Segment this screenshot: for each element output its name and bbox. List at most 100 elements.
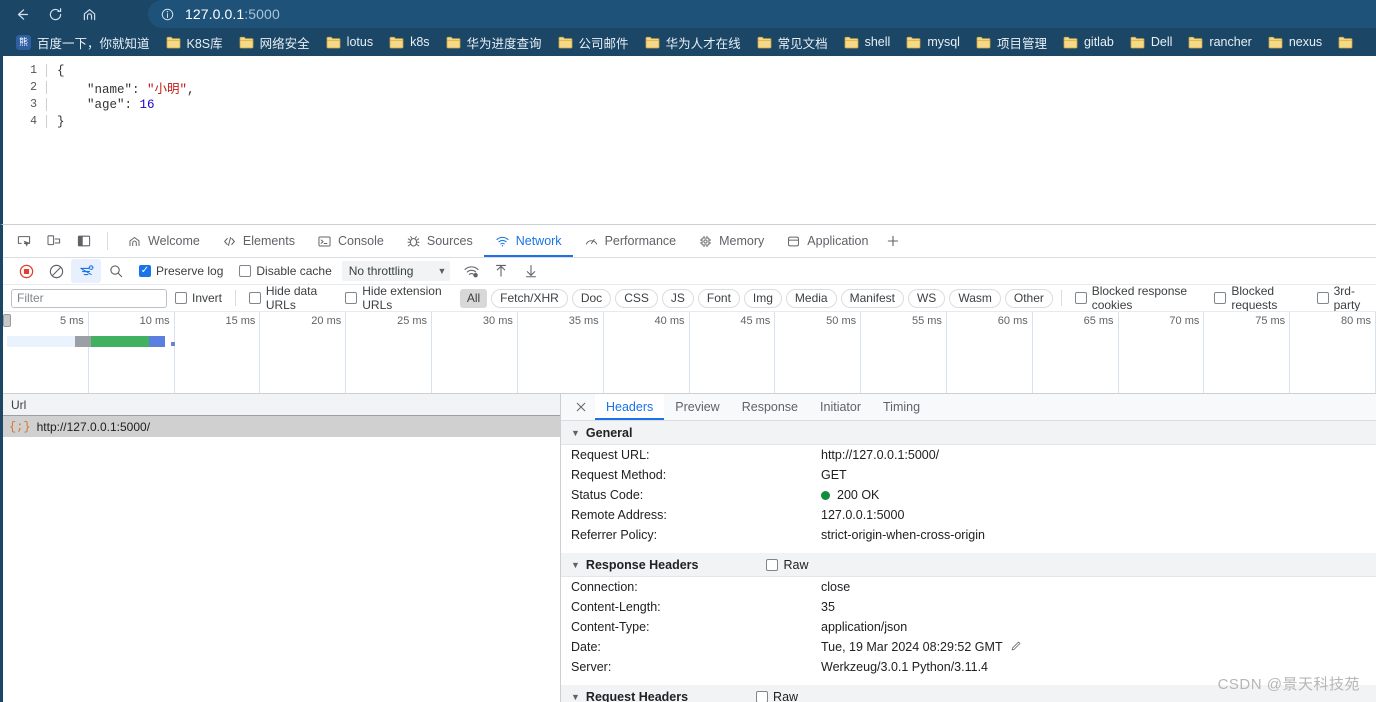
bookmark-item[interactable]: rancher <box>1180 31 1259 53</box>
hide-extension-urls-checkbox[interactable]: Hide extension URLs <box>345 285 448 311</box>
raw-checkbox[interactable]: Raw <box>766 558 809 572</box>
bookmark-item[interactable]: 常见文档 <box>749 31 836 53</box>
close-icon[interactable] <box>567 395 595 419</box>
request-list-column-header[interactable]: Url <box>3 394 560 416</box>
filter-pill-all[interactable]: All <box>459 288 488 308</box>
inspect-element-icon[interactable] <box>9 228 39 254</box>
detail-tab-timing[interactable]: Timing <box>872 394 931 420</box>
third-party-checkbox[interactable]: 3rd-party <box>1316 285 1368 311</box>
info-circle-icon[interactable] <box>160 7 175 22</box>
add-panel-icon[interactable] <box>879 227 907 255</box>
bookmark-item[interactable]: shell <box>836 31 899 53</box>
filter-pill-wasm[interactable]: Wasm <box>949 288 1001 308</box>
section-title: Response Headers <box>585 557 699 572</box>
tab-application[interactable]: Application <box>775 225 879 257</box>
bookmarks-bar: 熊百度一下，你就知道 K8S库 网络安全 lotus k8s 华为进度查询 公司邮件 华为人才… <box>0 28 1376 56</box>
blocked-response-cookies-label: Blocked response cookies <box>1091 285 1188 312</box>
tab-memory[interactable]: Memory <box>687 225 775 257</box>
bookmark-item[interactable]: 华为进度查询 <box>438 31 550 53</box>
tab-network[interactable]: Network <box>483 225 573 257</box>
blocked-requests-checkbox[interactable]: Blocked requests <box>1214 285 1300 311</box>
throttling-dropdown[interactable]: No throttling ▼ <box>341 261 451 281</box>
clear-no-entry-icon[interactable] <box>41 259 71 283</box>
tab-performance[interactable]: Performance <box>573 225 688 257</box>
bookmark-item[interactable]: 熊百度一下，你就知道 <box>8 31 158 53</box>
header-name: Date: <box>571 640 601 654</box>
filter-pill-manifest[interactable]: Manifest <box>840 288 904 308</box>
reload-button[interactable] <box>38 1 72 27</box>
tab-elements[interactable]: Elements <box>211 225 306 257</box>
bookmark-item[interactable]: 网络安全 <box>231 31 318 53</box>
bookmark-item[interactable] <box>1330 31 1367 53</box>
bookmark-item[interactable]: K8S库 <box>158 31 231 53</box>
network-overview-timeline[interactable]: 5 ms 10 ms 15 ms 20 ms 25 ms 30 ms 35 ms 40 ms 4… <box>3 312 1376 394</box>
filter-pill-other[interactable]: Other <box>1004 288 1053 308</box>
tab-sources[interactable]: Sources <box>395 225 484 257</box>
header-value-text: Werkzeug/3.0.1 Python/3.11.4 <box>821 660 989 674</box>
section-header-response-headers[interactable]: ▼ Response Headers Raw <box>561 553 1376 577</box>
section-header-general[interactable]: ▼ General <box>561 421 1376 445</box>
home-button[interactable] <box>72 1 106 27</box>
blocked-response-cookies-checkbox[interactable]: Blocked response cookies <box>1074 285 1199 312</box>
device-toolbar-icon[interactable] <box>39 228 69 254</box>
detail-tab-headers[interactable]: Headers <box>595 394 665 420</box>
bookmark-item[interactable]: gitlab <box>1055 31 1122 53</box>
address-bar[interactable]: 127.0.0.1:5000 <box>148 0 1376 28</box>
bookmark-item[interactable]: lotus <box>318 31 381 53</box>
header-row: Status Code: 200 OK <box>561 485 1376 505</box>
timeline-tick: 80 ms <box>3 312 1376 393</box>
bookmark-item[interactable]: Dell <box>1122 31 1181 53</box>
bookmark-item[interactable]: k8s <box>381 31 437 53</box>
import-arrow-up-icon[interactable] <box>486 259 516 283</box>
section-header-request-headers[interactable]: ▼ Request Headers Raw <box>561 685 1376 702</box>
disable-cache-checkbox[interactable]: Disable cache <box>239 264 332 278</box>
checkbox-box <box>766 558 779 571</box>
bookmark-item[interactable]: 项目管理 <box>968 31 1055 53</box>
network-conditions-icon[interactable] <box>456 259 486 283</box>
tab-console[interactable]: Console <box>306 225 395 257</box>
search-magnifier-icon[interactable] <box>101 259 131 283</box>
record-stop-icon[interactable] <box>11 259 41 283</box>
dock-side-icon[interactable] <box>69 228 99 254</box>
bookmark-item[interactable]: nexus <box>1260 31 1330 53</box>
table-row[interactable]: {;} http://127.0.0.1:5000/ <box>3 416 560 437</box>
raw-checkbox[interactable]: Raw <box>756 690 798 702</box>
bookmark-item[interactable]: 华为人才在线 <box>637 31 749 53</box>
filter-pill-css[interactable]: CSS <box>615 288 658 308</box>
hide-data-urls-checkbox[interactable]: Hide data URLs <box>248 285 329 311</box>
header-value-text: 35 <box>821 600 835 614</box>
back-button[interactable] <box>4 1 38 27</box>
detail-tab-initiator[interactable]: Initiator <box>809 394 872 420</box>
tab-welcome[interactable]: Welcome <box>116 225 211 257</box>
folder-icon <box>844 36 859 49</box>
preserve-log-checkbox[interactable]: Preserve log <box>139 264 223 278</box>
filter-pill-img[interactable]: Img <box>743 288 782 308</box>
header-name: Request Method: <box>571 468 667 482</box>
header-value: 35 <box>821 600 835 614</box>
detail-tab-response[interactable]: Response <box>731 394 809 420</box>
filter-divider <box>235 290 236 306</box>
filter-pill-js[interactable]: JS <box>661 288 694 308</box>
bookmark-item[interactable]: 公司邮件 <box>550 31 637 53</box>
filter-pill-font[interactable]: Font <box>697 288 740 308</box>
filter-pill-doc[interactable]: Doc <box>571 288 612 308</box>
header-name: Request URL: <box>571 448 650 462</box>
tab-label: Application <box>807 234 869 248</box>
invert-checkbox[interactable]: Invert <box>175 291 222 305</box>
header-value-text: strict-origin-when-cross-origin <box>821 528 985 542</box>
filter-pill-ws[interactable]: WS <box>907 288 946 308</box>
filter-pill-media[interactable]: Media <box>785 288 837 308</box>
json-response-viewer: 1 { 2 "name": "小明", 3 "age": 16 4 } <box>3 56 1376 130</box>
filter-input[interactable] <box>11 288 167 308</box>
overview-bar-request <box>149 336 165 347</box>
detail-tab-preview[interactable]: Preview <box>664 394 730 420</box>
edit-pencil-icon[interactable] <box>1010 640 1022 655</box>
folder-icon <box>757 36 772 49</box>
network-lower-split: Url {;} http://127.0.0.1:5000/ Headers P… <box>3 394 1376 702</box>
filter-funnel-icon[interactable] <box>71 259 101 283</box>
timeline-grabber-handle[interactable] <box>3 314 11 327</box>
filter-pill-fetch-xhr[interactable]: Fetch/XHR <box>491 288 568 308</box>
bookmark-item[interactable]: mysql <box>898 31 968 53</box>
json-line: 4 } <box>25 113 1376 130</box>
export-arrow-down-icon[interactable] <box>516 259 546 283</box>
